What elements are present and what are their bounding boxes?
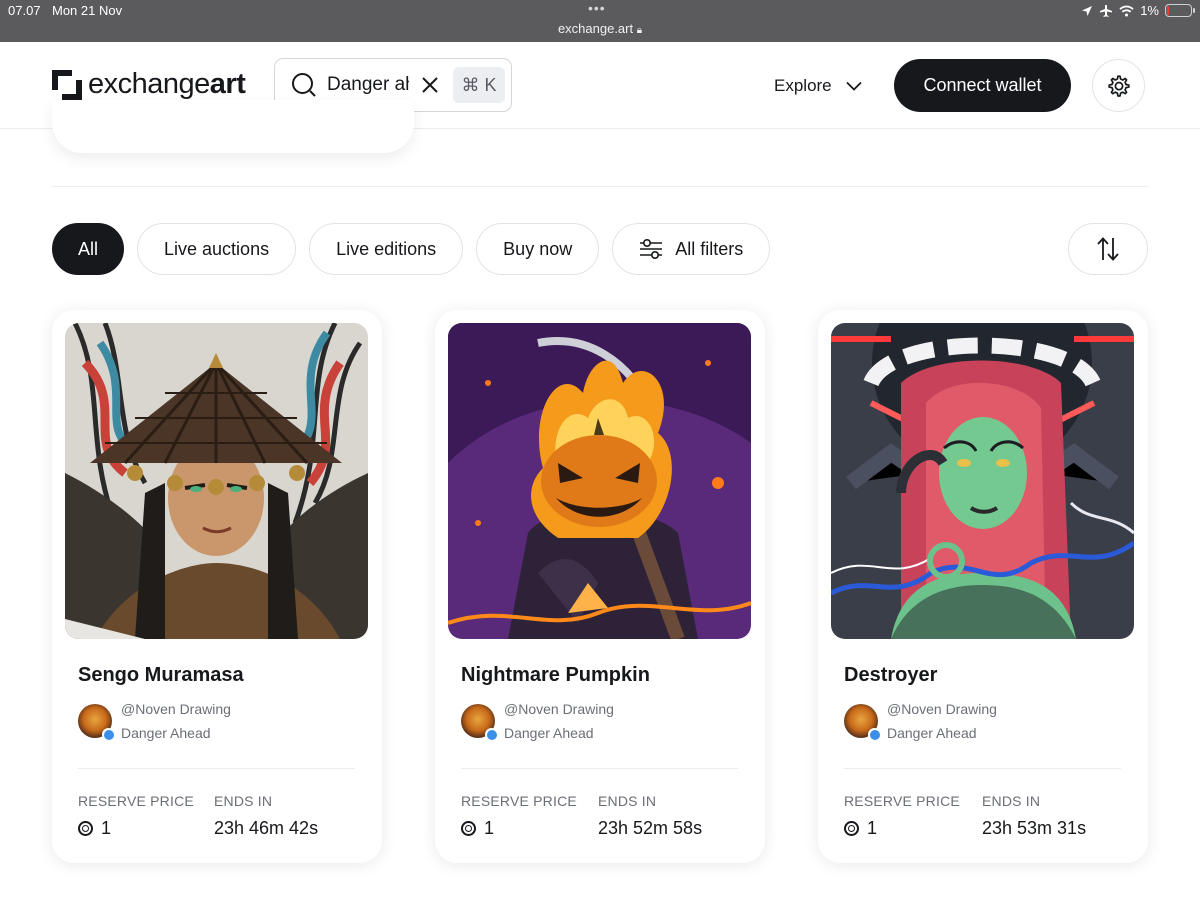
- explore-label: Explore: [774, 76, 832, 95]
- all-filters-button[interactable]: All filters: [612, 223, 771, 275]
- logo-text-bold: art: [209, 68, 246, 100]
- verified-badge-icon: [485, 728, 498, 741]
- reserve-price-amount: 1: [101, 818, 112, 838]
- exchange-art-logo[interactable]: exchangeart: [52, 68, 246, 101]
- status-date: Mon 21 Nov: [52, 3, 123, 18]
- logo-text: exchangeart: [88, 68, 246, 101]
- artwork-image-destroyer[interactable]: [831, 323, 1134, 639]
- filter-all[interactable]: All: [52, 223, 125, 275]
- all-filters-label: All filters: [675, 238, 744, 259]
- previous-section-card: [52, 100, 414, 153]
- settings-button[interactable]: [1092, 59, 1145, 112]
- card-divider: [844, 768, 1121, 769]
- card-divider: [78, 768, 355, 769]
- status-time: 07.07: [8, 3, 41, 18]
- card-divider: [461, 768, 738, 769]
- collection-name[interactable]: Danger Ahead: [887, 725, 977, 741]
- connect-wallet-button[interactable]: Connect wallet: [894, 59, 1071, 112]
- creator-handle[interactable]: @Noven Drawing: [504, 701, 614, 717]
- reserve-price-label: RESERVE PRICE: [844, 793, 960, 809]
- artwork-card[interactable]: Destroyer @Noven Drawing Danger Ahead RE…: [818, 310, 1148, 863]
- wifi-icon: [1119, 5, 1134, 16]
- url-text: exchange.art: [557, 21, 634, 36]
- chevron-down-icon: [846, 81, 862, 91]
- status-bar: 07.07 Mon 21 Nov ••• exchange.art 🔒︎ 1%: [0, 0, 1200, 42]
- sol-currency-icon: [844, 821, 859, 836]
- creator-handle[interactable]: @Noven Drawing: [121, 701, 231, 717]
- search-input[interactable]: [327, 74, 409, 96]
- reserve-price-value: 1: [844, 818, 877, 839]
- airplane-icon: [1100, 4, 1113, 17]
- artwork-image-nightmare-pumpkin[interactable]: [448, 323, 751, 639]
- clear-search-icon[interactable]: [419, 74, 441, 96]
- sol-currency-icon: [461, 821, 476, 836]
- keyboard-shortcut-badge: ⌘ K: [453, 67, 505, 103]
- sol-currency-icon: [78, 821, 93, 836]
- address-bar[interactable]: exchange.art 🔒︎: [0, 21, 1200, 36]
- search-icon: [292, 73, 316, 97]
- logo-text-regular: exchange: [88, 68, 210, 100]
- reserve-price-value: 1: [78, 818, 111, 839]
- countdown-timer: 23h 52m 58s: [598, 818, 703, 838]
- collection-name[interactable]: Danger Ahead: [504, 725, 594, 741]
- artwork-card[interactable]: Nightmare Pumpkin @Noven Drawing Danger …: [435, 310, 765, 863]
- sort-arrows-icon: [1097, 237, 1119, 261]
- explore-menu[interactable]: Explore: [774, 76, 862, 96]
- artwork-title[interactable]: Sengo Muramasa: [78, 664, 244, 687]
- filter-live-auctions[interactable]: Live auctions: [137, 223, 297, 275]
- sliders-icon: [640, 238, 663, 260]
- battery-icon: [1165, 4, 1195, 17]
- artwork-title[interactable]: Nightmare Pumpkin: [461, 664, 650, 687]
- reserve-price-label: RESERVE PRICE: [78, 793, 194, 809]
- verified-badge-icon: [868, 728, 881, 741]
- artwork-card[interactable]: Sengo Muramasa @Noven Drawing Danger Ahe…: [52, 310, 382, 863]
- ends-in-label: ENDS IN: [982, 793, 1041, 809]
- location-icon: [1082, 5, 1093, 16]
- ends-in-label: ENDS IN: [214, 793, 273, 809]
- status-indicators: 1%: [1081, 3, 1195, 18]
- ends-in-label: ENDS IN: [598, 793, 657, 809]
- verified-badge-icon: [102, 728, 115, 741]
- gear-icon: [1107, 74, 1130, 97]
- artwork-image-sengo-muramasa[interactable]: [65, 323, 368, 639]
- filter-live-editions[interactable]: Live editions: [309, 223, 464, 275]
- lock-icon: 🔒︎: [636, 25, 643, 36]
- countdown-timer: 23h 53m 31s: [982, 818, 1087, 838]
- reserve-price-amount: 1: [484, 818, 495, 838]
- reserve-price-amount: 1: [867, 818, 878, 838]
- sort-button[interactable]: [1068, 223, 1148, 275]
- battery-percent: 1%: [1140, 3, 1159, 18]
- creator-handle[interactable]: @Noven Drawing: [887, 701, 997, 717]
- tab-dots-icon[interactable]: •••: [588, 0, 606, 16]
- filter-pills: All Live auctions Live editions Buy now …: [52, 223, 771, 275]
- logo-mark-icon: [52, 69, 82, 100]
- reserve-price-label: RESERVE PRICE: [461, 793, 577, 809]
- countdown-timer: 23h 46m 42s: [214, 818, 319, 838]
- collection-name[interactable]: Danger Ahead: [121, 725, 211, 741]
- filter-buy-now[interactable]: Buy now: [476, 223, 600, 275]
- reserve-price-value: 1: [461, 818, 494, 839]
- artwork-title[interactable]: Destroyer: [844, 664, 937, 687]
- section-divider: [52, 186, 1148, 187]
